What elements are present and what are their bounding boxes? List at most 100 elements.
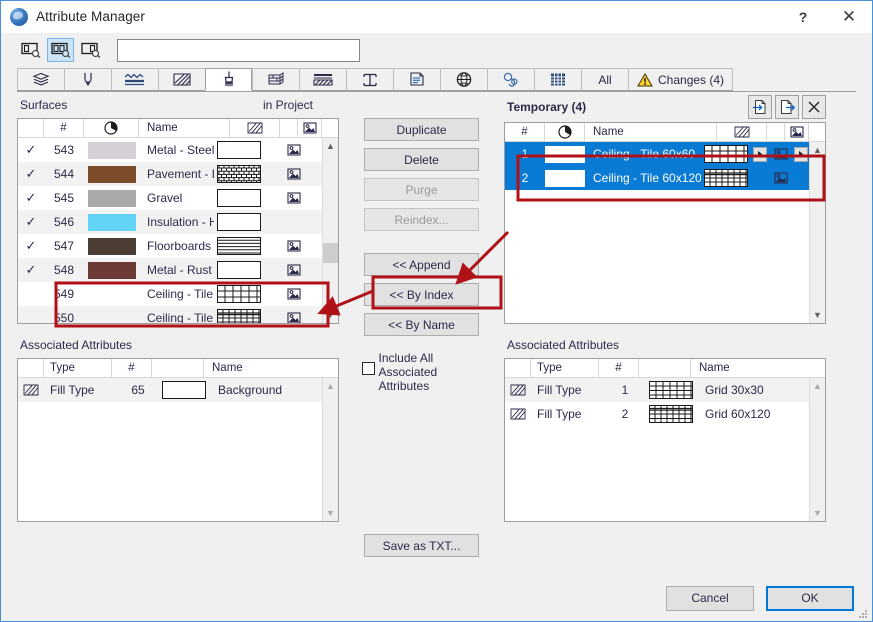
tab-all[interactable]: All xyxy=(581,68,628,91)
tab-profiles[interactable] xyxy=(346,68,393,91)
row-number: 544 xyxy=(53,167,75,181)
scroll-up-icon[interactable]: ▲ xyxy=(813,142,822,158)
table-row[interactable]: 2 Ceiling - Tile 60x120 xyxy=(505,166,809,190)
include-all-checkbox[interactable] xyxy=(361,362,375,375)
scroll-track[interactable] xyxy=(323,154,338,307)
row-fill-swatch xyxy=(214,285,264,303)
right-associated-list[interactable]: Type # Name Fill Type 1 Grid 30x30 Fill Typ… xyxy=(504,358,826,522)
row-expand-button[interactable] xyxy=(751,146,769,162)
tab-pens[interactable] xyxy=(64,68,111,91)
export-icon[interactable] xyxy=(775,95,799,119)
surfaces-list[interactable]: # Name ✓ 543 Metal - Steel ✓ 544 Pavemen… xyxy=(17,118,339,324)
assoc-name: Grid 30x30 xyxy=(705,383,764,397)
assoc-col-num: # xyxy=(599,359,639,377)
tab-composites[interactable] xyxy=(299,68,346,91)
row-checkmark: ✓ xyxy=(25,142,37,157)
by-index-button[interactable]: << By Index xyxy=(364,283,479,306)
row-color-swatch xyxy=(84,165,139,183)
search-input[interactable] xyxy=(118,39,359,61)
row-color-swatch xyxy=(84,261,139,279)
tab-layers[interactable] xyxy=(17,68,64,91)
resize-grip[interactable] xyxy=(858,609,868,619)
table-row[interactable]: 1 Ceiling - Tile 60x60 xyxy=(505,142,809,166)
table-row[interactable]: ✓ 546 Insulation - Hard xyxy=(18,210,322,234)
tab-zone-categories[interactable] xyxy=(393,68,440,91)
temporary-scrollbar[interactable]: ▲ ▼ xyxy=(809,142,825,323)
search-right-icon[interactable] xyxy=(77,38,104,62)
row-texture-icon xyxy=(282,287,306,301)
row-fill-swatch xyxy=(214,309,264,323)
row-texture-icon xyxy=(282,167,306,181)
table-row[interactable]: ✓ 543 Metal - Steel Deck xyxy=(18,138,322,162)
include-all-label: Include All Associated Attributes xyxy=(378,351,438,393)
import-icon[interactable] xyxy=(748,95,772,119)
assoc-type: Fill Type xyxy=(537,407,582,421)
right-panel-title: Temporary (4) xyxy=(507,100,587,114)
table-row[interactable]: Fill Type 1 Grid 30x30 xyxy=(505,378,809,402)
tab-operation-profiles[interactable] xyxy=(487,68,534,91)
table-row[interactable]: ✓ 545 Gravel xyxy=(18,186,322,210)
scroll-down-icon[interactable]: ▼ xyxy=(813,505,822,521)
scroll-up-icon[interactable]: ▲ xyxy=(326,378,335,394)
table-row[interactable]: 549 Ceiling - Tile 60x60 (1) xyxy=(18,282,322,306)
table-row[interactable]: ✓ 544 Pavement - Brick Walk xyxy=(18,162,322,186)
help-button[interactable]: ? xyxy=(780,2,826,32)
cancel-button[interactable]: Cancel xyxy=(666,585,754,611)
close-button[interactable]: ✕ xyxy=(826,2,872,32)
scroll-down-icon[interactable]: ▼ xyxy=(813,307,822,323)
left-associated-list[interactable]: Type # Name Fill Type 65 Background ▲ ▼ xyxy=(17,358,339,522)
save-as-txt-button[interactable]: Save as TXT... xyxy=(364,534,479,557)
include-all-row[interactable]: Include All Associated Attributes xyxy=(361,351,482,393)
search-both-icon[interactable] xyxy=(47,38,74,62)
tab-fill-types[interactable] xyxy=(158,68,205,91)
right-panel: Temporary (4) # Name 1 Ceiling - Tile 60… xyxy=(504,92,826,575)
scroll-up-icon[interactable]: ▲ xyxy=(326,138,335,154)
assoc-col-num: # xyxy=(112,359,152,377)
tab-grid[interactable] xyxy=(534,68,581,91)
ok-button[interactable]: OK xyxy=(766,585,854,611)
surfaces-list-header: # Name xyxy=(18,119,338,138)
table-row[interactable]: 550 Ceiling - Tile 60x120 (1) xyxy=(18,306,322,323)
scroll-track[interactable] xyxy=(810,394,825,505)
search-left-icon[interactable] xyxy=(17,38,44,62)
tab-mep-systems[interactable] xyxy=(440,68,487,91)
tab-all-label: All xyxy=(598,72,612,87)
table-row[interactable]: Fill Type 2 Grid 60x120 xyxy=(505,402,809,426)
append-button[interactable]: << Append xyxy=(364,253,479,276)
delete-button[interactable]: Delete xyxy=(364,148,479,171)
table-row[interactable]: Fill Type 65 Background xyxy=(18,378,322,402)
row-name: Metal - Steel Deck xyxy=(147,143,214,157)
row-number: 547 xyxy=(53,239,75,253)
chevron-right-icon[interactable] xyxy=(794,146,808,162)
tab-surfaces[interactable] xyxy=(205,68,252,91)
chevron-right-icon[interactable] xyxy=(753,146,767,162)
tab-building-materials[interactable] xyxy=(252,68,299,91)
color-chip xyxy=(545,145,585,163)
assoc-name: Background xyxy=(218,383,283,397)
scroll-down-icon[interactable]: ▼ xyxy=(326,505,335,521)
tab-changes[interactable]: Changes (4) xyxy=(628,68,734,91)
by-name-button[interactable]: << By Name xyxy=(364,313,479,336)
row-texture-icon xyxy=(282,143,306,157)
table-row[interactable]: ✓ 547 Floorboards - 02 xyxy=(18,234,322,258)
scroll-track[interactable] xyxy=(810,158,825,307)
surfaces-scrollbar[interactable]: ▲ ▼ xyxy=(322,138,338,323)
temporary-list[interactable]: # Name 1 Ceiling - Tile 60x60 2 Ceiling … xyxy=(504,122,826,324)
right-assoc-scrollbar[interactable]: ▲ ▼ xyxy=(809,378,825,521)
scroll-track[interactable] xyxy=(323,394,338,505)
tab-line-types[interactable] xyxy=(111,68,158,91)
scroll-up-icon[interactable]: ▲ xyxy=(813,378,822,394)
assoc-col-swatch xyxy=(639,359,691,377)
left-assoc-scrollbar[interactable]: ▲ ▼ xyxy=(322,378,338,521)
table-row[interactable]: ✓ 548 Metal - Rust xyxy=(18,258,322,282)
col-texture-icon xyxy=(785,123,809,141)
scroll-down-icon[interactable]: ▼ xyxy=(326,307,335,323)
row-color-swatch xyxy=(545,145,585,163)
scroll-thumb[interactable] xyxy=(323,242,338,263)
duplicate-button[interactable]: Duplicate xyxy=(364,118,479,141)
col-texture-icon xyxy=(298,119,322,137)
row-texture-expand-button[interactable] xyxy=(793,146,809,162)
close-list-icon[interactable] xyxy=(802,95,826,119)
left-panel-header: Surfaces in Project xyxy=(17,92,339,118)
row-checkmark: ✓ xyxy=(25,190,37,205)
